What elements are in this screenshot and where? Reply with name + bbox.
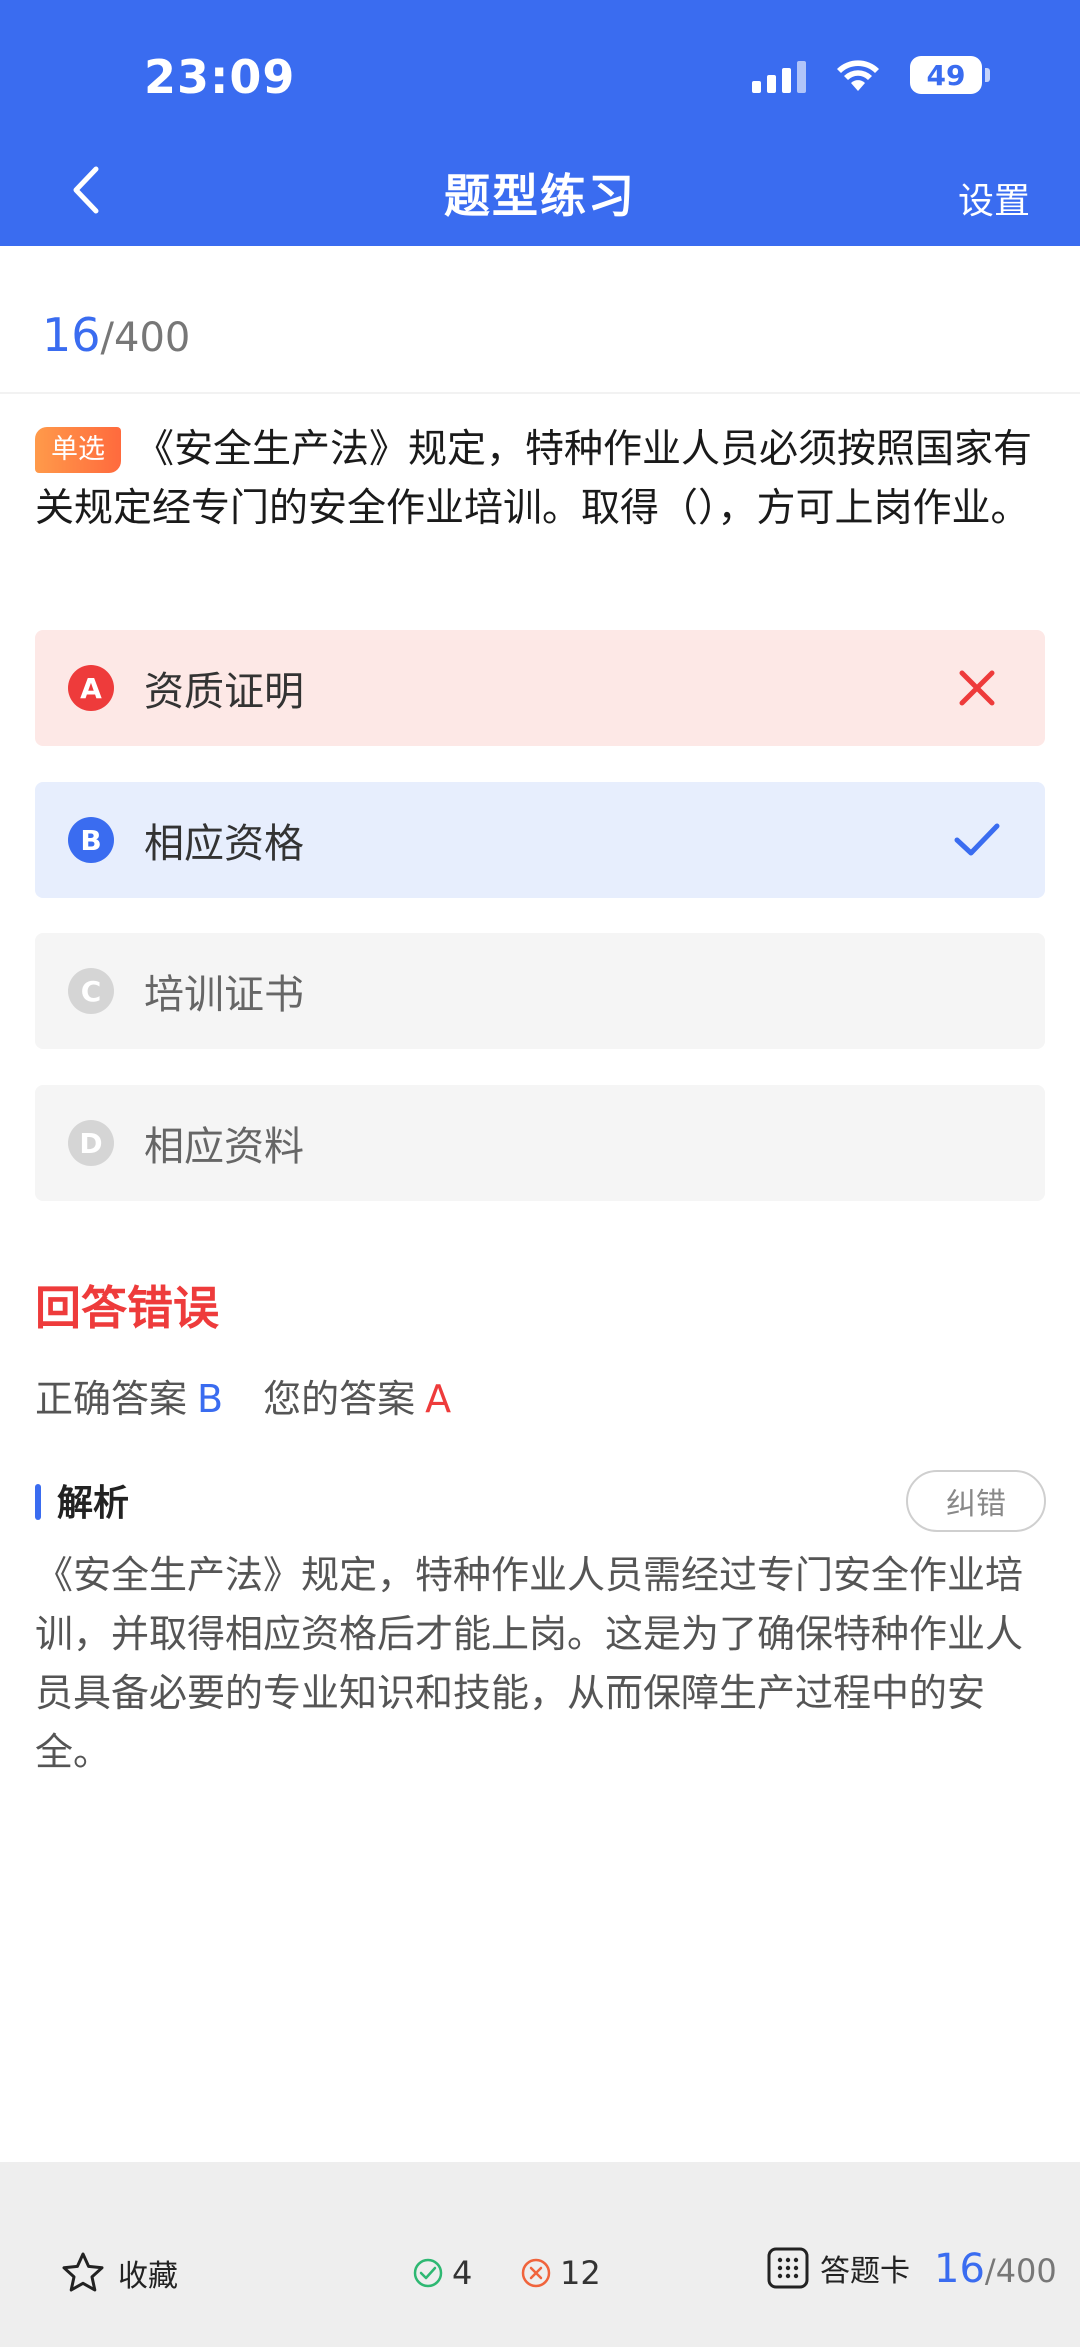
answer-summary: 正确答案 B 您的答案 A (35, 1368, 451, 1423)
wrong-count: 12 (520, 2254, 601, 2292)
analysis-title: 解析 (57, 1483, 130, 1524)
section-accent-bar (35, 1484, 41, 1520)
option-text: 相应资料 (144, 1124, 304, 1170)
favorite-button[interactable]: 收藏 (60, 2250, 178, 2296)
page-title: 题型练习 (444, 169, 636, 223)
status-time: 23:09 (144, 50, 296, 104)
check-circle-icon (413, 2258, 443, 2288)
analysis-text: 《安全生产法》规定，特种作业人员需经过专门安全作业培训，并取得相应资格后才能上岗… (35, 1553, 1024, 1774)
wifi-icon (837, 60, 879, 91)
option-d[interactable]: D 相应资料 (35, 1085, 1045, 1201)
check-mark-icon (947, 810, 1007, 870)
practice-page: 23:09 49 题型练习 设置 16/400 单选 《安全生产法》规定，特种作业… (0, 0, 1080, 2347)
option-letter: A (68, 665, 114, 711)
correct-answer-label: 正确答案 (35, 1377, 188, 1421)
result-title: 回答错误 (35, 1281, 219, 1335)
battery-icon: 49 (910, 56, 990, 94)
bottom-progress: 16/400 (934, 2246, 1057, 2292)
grid-icon (767, 2247, 809, 2289)
settings-button[interactable]: 设置 (958, 172, 1030, 224)
option-a[interactable]: A 资质证明 (35, 630, 1045, 746)
option-c[interactable]: C 培训证书 (35, 933, 1045, 1049)
correct-count: 4 (412, 2254, 472, 2292)
question-stem: 单选 《安全生产法》规定，特种作业人员必须按照国家有关规定经专门的安全作业培训。取… (35, 420, 1050, 538)
answer-card-label: 答题卡 (820, 2254, 910, 2289)
option-text: 培训证书 (144, 972, 304, 1018)
header: 23:09 49 题型练习 设置 (0, 0, 1080, 246)
status-icons: 49 (752, 56, 990, 94)
cellular-signal-icon (752, 57, 806, 93)
your-answer-label: 您的答案 (263, 1377, 416, 1421)
wrong-count-value: 12 (560, 2254, 601, 2292)
star-icon (62, 2252, 104, 2292)
progress-current: 16 (42, 308, 101, 362)
question-progress: 16/400 (42, 308, 190, 362)
bottom-progress-current: 16 (934, 2246, 985, 2292)
option-letter: B (68, 817, 114, 863)
favorite-label: 收藏 (118, 2259, 178, 2294)
report-error-button[interactable]: 纠错 (906, 1470, 1046, 1532)
divider (0, 392, 1080, 394)
bottom-progress-total: /400 (984, 2252, 1057, 2290)
option-text: 相应资格 (144, 821, 304, 867)
option-b[interactable]: B 相应资格 (35, 782, 1045, 898)
wrong-mark-icon (947, 658, 1007, 718)
question-text: 《安全生产法》规定，特种作业人员必须按照国家有关规定经专门的安全作业培训。取得（… (35, 427, 1033, 531)
progress-total: /400 (100, 315, 191, 361)
correct-count-value: 4 (452, 2254, 473, 2292)
x-circle-icon (521, 2258, 551, 2288)
correct-answer-value: B (197, 1377, 224, 1421)
answer-card-button[interactable]: 答题卡 (766, 2246, 910, 2290)
bottom-toolbar: 收藏 4 12 答题卡 16/400 (0, 2162, 1080, 2347)
option-letter: C (68, 968, 114, 1014)
option-text: 资质证明 (144, 669, 304, 715)
your-answer-value: A (425, 1377, 452, 1421)
option-letter: D (68, 1120, 114, 1166)
question-type-badge: 单选 (35, 427, 121, 473)
